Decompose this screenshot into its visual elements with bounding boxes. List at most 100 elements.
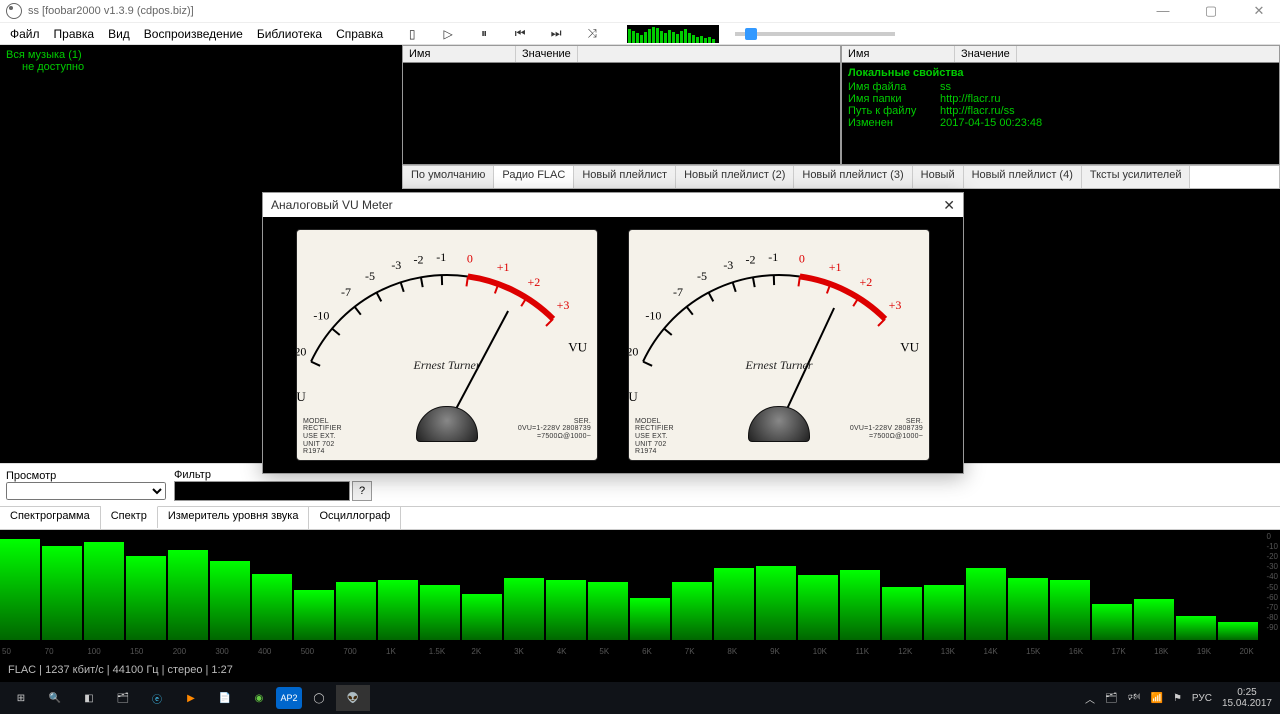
svg-text:VU: VU [629, 389, 638, 404]
tree-root[interactable]: Вся музыка (1) [6, 49, 396, 61]
spectrum-bar [336, 582, 376, 640]
play-button[interactable]: ▷ [441, 27, 455, 41]
playlist-tab[interactable]: Новый [913, 166, 964, 188]
spectrum-bar [798, 575, 838, 640]
svg-text:0: 0 [799, 252, 805, 266]
taskview-icon[interactable]: ◧ [72, 685, 106, 711]
vis-tabs: СпектрограммаСпектрИзмеритель уровня зву… [0, 506, 1280, 530]
close-button[interactable]: ✕ [1244, 3, 1274, 19]
playlist-tab[interactable]: Тксты усилителей [1082, 166, 1191, 188]
tray-lang[interactable]: РУС [1192, 693, 1212, 704]
spectrum-bar [210, 561, 250, 640]
spectrum-bar [1176, 616, 1216, 640]
svg-text:VU: VU [568, 339, 587, 354]
spectrum-display: 0-10-20-30-40-50-60-70-80-90 50701001502… [0, 530, 1280, 658]
svg-text:-7: -7 [673, 285, 683, 299]
menu-library[interactable]: Библиотека [257, 27, 322, 41]
start-button[interactable]: ⊞ [4, 685, 38, 711]
vis-tab[interactable]: Измеритель уровня звука [158, 507, 310, 529]
random-button[interactable]: ⤨ [585, 27, 599, 41]
filter-help-button[interactable]: ? [352, 481, 372, 501]
wmp-icon[interactable]: ▶ [174, 685, 208, 711]
vis-tab[interactable]: Спектр [101, 506, 158, 528]
svg-text:-7: -7 [341, 285, 351, 299]
tray-flag-icon[interactable]: ⚑ [1173, 693, 1182, 704]
filter-label: Фильтр [174, 469, 211, 481]
playlist-tabs: По умолчаниюРадио FLACНовый плейлистНовы… [402, 165, 1280, 189]
toolbar: ▯ ▷ ⏸ ⏮ ⏭ ⤨ [405, 25, 919, 43]
menu-help[interactable]: Справка [336, 27, 383, 41]
svg-text:+1: +1 [829, 260, 842, 274]
svg-text:+3: +3 [557, 298, 570, 312]
tray-network-icon[interactable]: 📶 [1150, 693, 1162, 704]
search-icon[interactable]: 🔍 [38, 685, 72, 711]
app-icon [6, 3, 22, 19]
vis-tab[interactable]: Осциллограф [309, 507, 401, 529]
vis-tab[interactable]: Спектрограмма [0, 507, 101, 529]
menu-bar: Файл Правка Вид Воспроизведение Библиоте… [0, 23, 1280, 45]
spectrum-bar [378, 580, 418, 640]
volume-slider[interactable] [735, 32, 895, 36]
prev-button[interactable]: ⏮ [513, 27, 527, 41]
stop-button[interactable]: ▯ [405, 27, 419, 41]
app1-icon[interactable]: ◉ [242, 685, 276, 711]
playlist-tab[interactable]: Новый плейлист (2) [676, 166, 794, 188]
explorer-icon[interactable]: 🗂 [106, 685, 140, 711]
pause-button[interactable]: ⏸ [477, 27, 491, 41]
mini-spectrum [627, 25, 719, 43]
view-select[interactable] [6, 482, 166, 500]
playlist-tab[interactable]: Новый плейлист [574, 166, 676, 188]
filter-input[interactable] [174, 481, 350, 501]
tray-clock[interactable]: 0:25 15.04.2017 [1222, 687, 1272, 709]
view-label: Просмотр [6, 470, 56, 482]
chrome-icon[interactable]: ◯ [302, 685, 336, 711]
playlist-tab[interactable]: По умолчанию [403, 166, 494, 188]
vu-close-button[interactable]: ✕ [943, 197, 955, 214]
menu-file[interactable]: Файл [10, 27, 40, 41]
svg-text:-5: -5 [697, 269, 707, 283]
vu-meter-window[interactable]: Аналоговый VU Meter ✕ -20-10-7-5-3-2-10+… [262, 192, 964, 474]
tree-child[interactable]: не доступно [22, 61, 396, 73]
tray-battery-icon[interactable]: 🗂 [1105, 693, 1118, 704]
property-row: Изменен2017-04-15 00:23:48 [848, 117, 1273, 129]
spectrum-bar [714, 568, 754, 640]
svg-text:VU: VU [297, 389, 306, 404]
property-row: Путь к файлуhttp://flacr.ru/ss [848, 105, 1273, 117]
edge-icon[interactable]: ⓔ [140, 685, 174, 711]
spectrum-bar [1008, 578, 1048, 640]
spectrum-bar [462, 594, 502, 640]
svg-text:-3: -3 [723, 258, 733, 272]
svg-text:-2: -2 [746, 252, 756, 266]
properties-panel: Имя Значение Локальные свойства Имя файл… [841, 45, 1280, 165]
svg-text:VU: VU [900, 339, 919, 354]
title-bar: ss [foobar2000 v1.3.9 (cdpos.biz)] — ▢ ✕ [0, 0, 1280, 23]
ap2-icon[interactable]: AP2 [276, 687, 302, 709]
playlist-tab[interactable]: Новый плейлист (3) [794, 166, 912, 188]
playlist-tab[interactable]: Радио FLAC [494, 166, 574, 188]
playlist-tab[interactable]: Новый плейлист (4) [964, 166, 1082, 188]
tray-up-icon[interactable]: ︿ [1085, 691, 1095, 706]
col-name[interactable]: Имя [403, 46, 516, 62]
menu-edit[interactable]: Правка [54, 27, 95, 41]
spectrum-bar [756, 566, 796, 640]
tray-sound-icon[interactable]: 🕬 [1128, 690, 1141, 707]
playlist-panel-1: Имя Значение [402, 45, 841, 165]
spectrum-bar [588, 582, 628, 640]
col-name-2[interactable]: Имя [842, 46, 955, 62]
word-icon[interactable]: 📄 [208, 685, 242, 711]
menu-view[interactable]: Вид [108, 27, 130, 41]
spectrum-bar [126, 556, 166, 640]
svg-text:-20: -20 [629, 345, 638, 359]
maximize-button[interactable]: ▢ [1196, 3, 1226, 19]
spectrum-bar [630, 598, 670, 640]
property-row: Имя файлаss [848, 81, 1273, 93]
col-value-2[interactable]: Значение [955, 46, 1017, 62]
svg-text:-5: -5 [365, 269, 375, 283]
foobar-icon[interactable]: 👽 [336, 685, 370, 711]
col-value[interactable]: Значение [516, 46, 578, 62]
svg-text:-10: -10 [313, 309, 329, 323]
spectrum-bar [966, 568, 1006, 640]
minimize-button[interactable]: — [1148, 3, 1178, 19]
menu-playback[interactable]: Воспроизведение [144, 27, 243, 41]
next-button[interactable]: ⏭ [549, 27, 563, 41]
